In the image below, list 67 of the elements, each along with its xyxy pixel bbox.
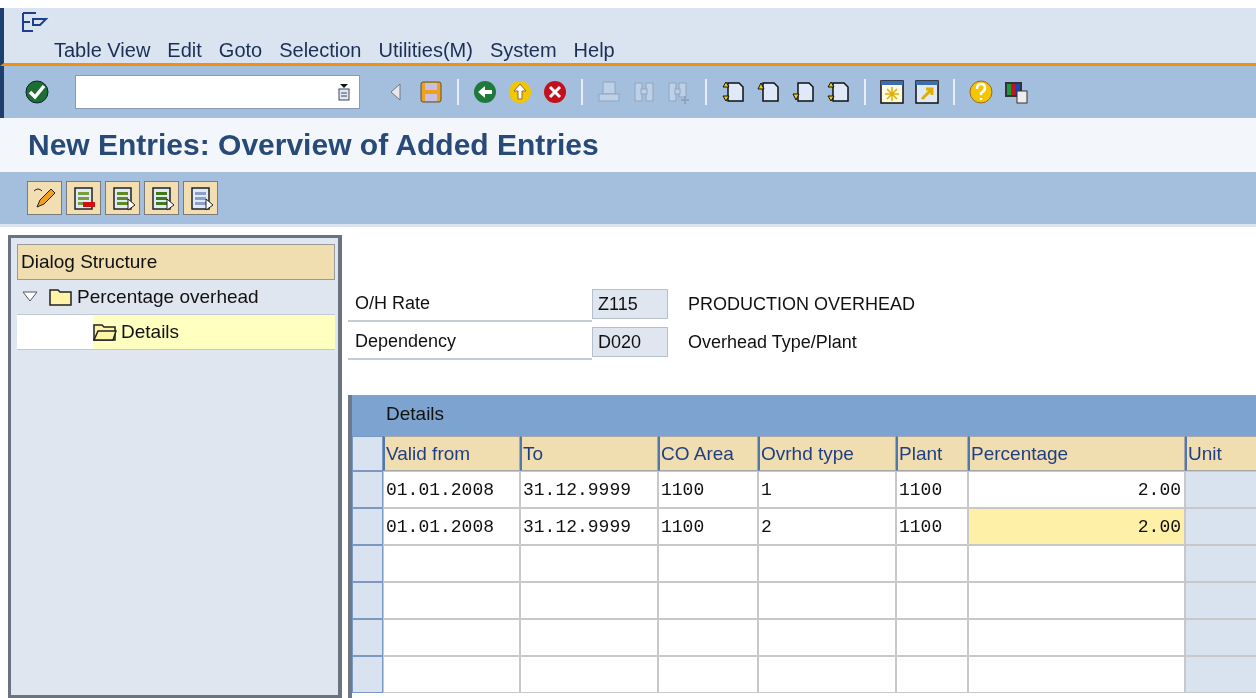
- folder-open-icon: [93, 322, 117, 342]
- help-icon[interactable]: [968, 79, 994, 105]
- select-all-button[interactable]: [105, 181, 140, 215]
- save-icon[interactable]: [418, 79, 444, 105]
- menu-item[interactable]: Help: [569, 39, 628, 62]
- close-circle-icon[interactable]: [542, 79, 568, 105]
- menu-item[interactable]: Goto: [214, 39, 276, 62]
- table-cell: 31.12.9999: [520, 508, 658, 545]
- table-cell: 1100: [896, 508, 968, 545]
- command-field[interactable]: [75, 75, 360, 109]
- menu-item[interactable]: Selection: [275, 39, 375, 62]
- expand-triangle-icon[interactable]: [21, 290, 39, 304]
- menu-item[interactable]: Table View: [50, 39, 164, 62]
- panel-header: Dialog Structure: [17, 244, 335, 280]
- tree-item[interactable]: Details: [93, 315, 335, 349]
- row-selector[interactable]: [352, 582, 383, 619]
- select-all-cell[interactable]: [352, 436, 383, 471]
- arrow-up-circle-icon[interactable]: [507, 79, 533, 105]
- menu-item[interactable]: Utilities(M): [374, 39, 486, 62]
- column-header[interactable]: Unit: [1185, 436, 1256, 471]
- page-first-icon[interactable]: [720, 79, 746, 105]
- table-title: Details: [352, 395, 1256, 433]
- page-up-icon[interactable]: [755, 79, 781, 105]
- column-header[interactable]: To: [520, 436, 658, 471]
- column-header[interactable]: Percentage: [968, 436, 1185, 471]
- percentage-input[interactable]: 2.00: [968, 508, 1185, 545]
- row-selector[interactable]: [352, 656, 383, 693]
- table-cell: 01.01.2008: [383, 508, 520, 545]
- deselect-all-button[interactable]: [183, 181, 218, 215]
- checkmark-circle-icon[interactable]: [24, 79, 50, 105]
- table-cell: 1: [758, 471, 896, 508]
- percentage-input[interactable]: 2.00: [968, 471, 1185, 508]
- field-description: Overhead Type/Plant: [688, 331, 857, 353]
- table-cell: 1100: [658, 508, 758, 545]
- column-header[interactable]: CO Area: [658, 436, 758, 471]
- table-cell: 31.12.9999: [520, 471, 658, 508]
- change-button[interactable]: [27, 181, 62, 215]
- pencil-icon: [31, 185, 58, 211]
- monitor-settings-icon[interactable]: [1003, 79, 1029, 105]
- column-header[interactable]: Valid from: [383, 436, 520, 471]
- field-description: PRODUCTION OVERHEAD: [688, 293, 916, 315]
- table-cell: 1100: [658, 471, 758, 508]
- select-block-button[interactable]: [144, 181, 179, 215]
- field-value: Z115: [592, 289, 668, 319]
- table-cell: [1185, 508, 1256, 545]
- table-cell: [1185, 471, 1256, 508]
- arrow-left-circle-icon[interactable]: [472, 79, 498, 105]
- table-cell: 1100: [896, 471, 968, 508]
- page-down-icon[interactable]: [790, 79, 816, 105]
- tree-item[interactable]: Percentage overhead: [49, 280, 265, 314]
- column-header[interactable]: Plant: [896, 436, 968, 471]
- table-cell: 01.01.2008: [383, 471, 520, 508]
- menu-item[interactable]: Edit: [163, 39, 215, 62]
- row-selector[interactable]: [352, 545, 383, 582]
- row-selector[interactable]: [352, 619, 383, 656]
- table-cell: 2: [758, 508, 896, 545]
- row-selector[interactable]: [352, 471, 383, 508]
- history-dropdown-icon[interactable]: [337, 83, 351, 101]
- row-selector[interactable]: [352, 508, 383, 545]
- delete-button[interactable]: [66, 181, 101, 215]
- screen-title: New Entries: Overview of Added Entries: [28, 128, 599, 162]
- page-last-icon[interactable]: [825, 79, 851, 105]
- menu-item[interactable]: System: [485, 39, 570, 62]
- column-header[interactable]: Ovrhd type: [758, 436, 896, 471]
- field-value: D020: [592, 327, 668, 357]
- folder-icon: [49, 287, 73, 307]
- system-menu-icon[interactable]: [20, 11, 50, 35]
